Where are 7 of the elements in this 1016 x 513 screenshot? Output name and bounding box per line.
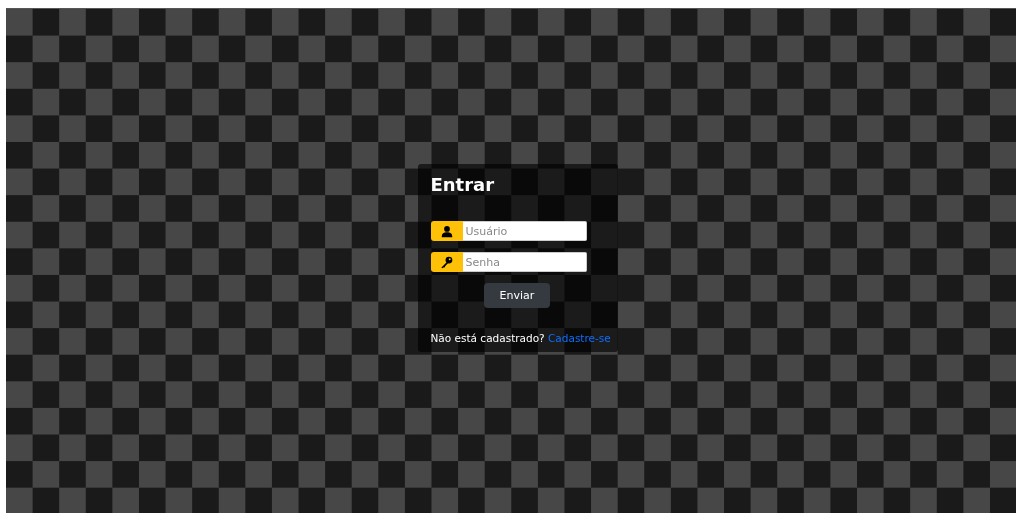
user-icon <box>440 224 453 238</box>
key-icon <box>440 255 453 269</box>
submit-button[interactable]: Enviar <box>484 283 550 308</box>
username-field[interactable]: Usuário <box>462 221 587 241</box>
signup-link[interactable]: Cadastre-se <box>548 332 611 344</box>
password-field[interactable]: Senha <box>462 252 587 272</box>
login-title: Entrar <box>430 173 496 197</box>
